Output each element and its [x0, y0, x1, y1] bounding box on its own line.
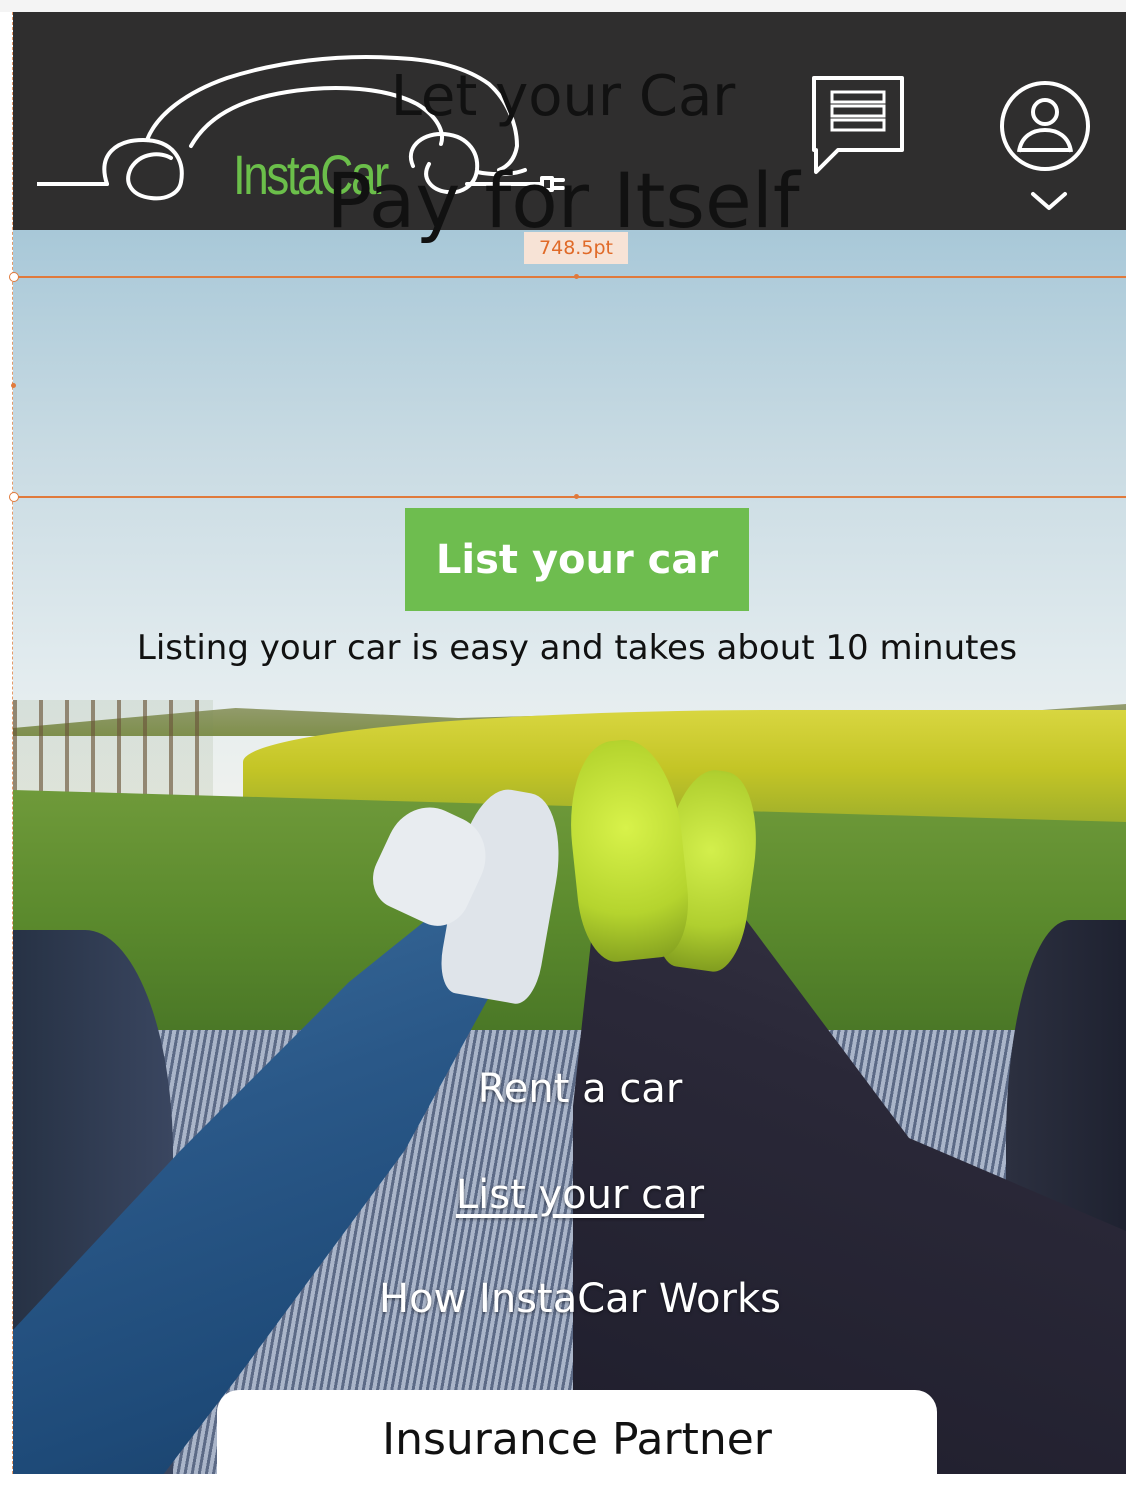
selection-handle[interactable] [9, 272, 19, 282]
insurance-partner-label: Insurance Partner [382, 1414, 772, 1465]
selection-guide-bottom [13, 496, 1126, 498]
dimension-label: 748.5pt [524, 232, 628, 264]
nav-link-list-your-car[interactable]: List your car [0, 1172, 1126, 1218]
headline-line-1: Let your Car [390, 64, 736, 129]
selection-handle[interactable] [11, 383, 16, 388]
selection-guide-top [13, 276, 1126, 278]
nav-link-how-it-works[interactable]: How InstaCar Works [0, 1276, 1126, 1322]
selection-handle[interactable] [574, 494, 579, 499]
tagline: Listing your car is easy and takes about… [136, 628, 1018, 668]
list-your-car-button[interactable]: List your car [405, 508, 749, 611]
nav-link-rent-a-car[interactable]: Rent a car [0, 1066, 1126, 1112]
selection-handle[interactable] [9, 492, 19, 502]
selection-handle[interactable] [574, 274, 579, 279]
artboard-top-strip [0, 0, 1126, 12]
insurance-partner-card[interactable]: Insurance Partner [217, 1390, 937, 1510]
